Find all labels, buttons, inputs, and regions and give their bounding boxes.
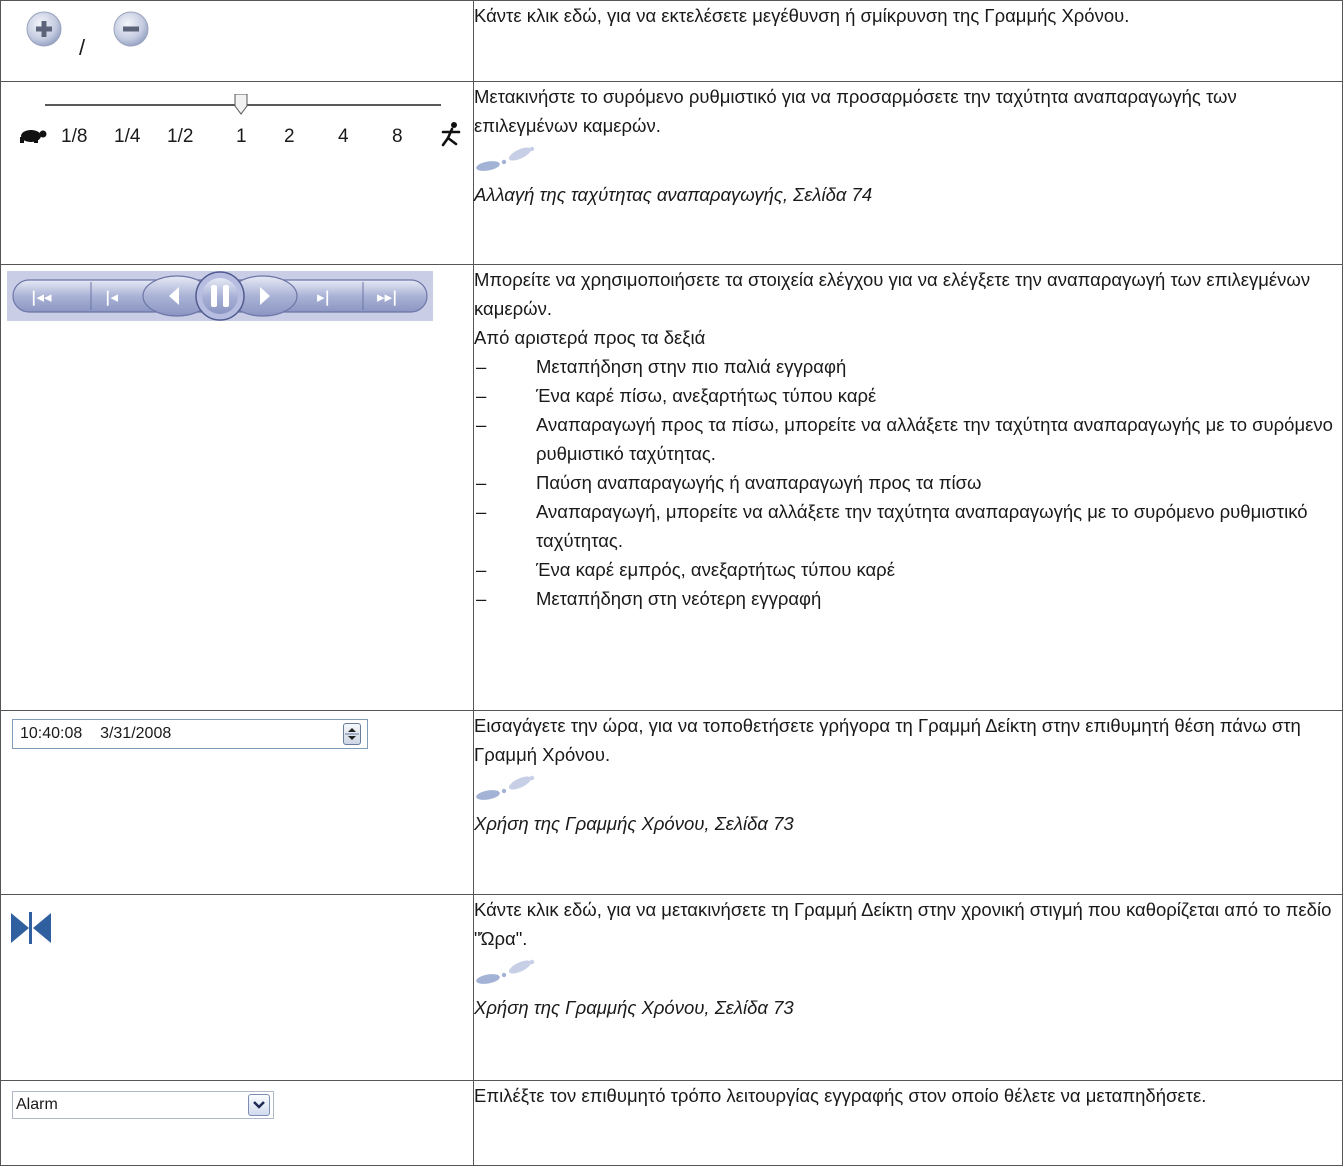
skip-to-newest-button[interactable]: ▸▸| xyxy=(377,288,398,307)
select-value: Alarm xyxy=(16,1096,58,1113)
jump-to-time-icon xyxy=(11,912,51,944)
table-row: Alarm Επιλέξτε τον επιθυμητό τρόπο λειτο… xyxy=(0,1080,1343,1166)
list-item: – Αναπαραγωγή, μπορείτε να αλλάξετε την τ… xyxy=(476,501,1308,551)
table-row: 1/8 1/4 1/2 1 2 4 8 Μετακινήστε το συρόμ… xyxy=(0,81,1343,265)
list-item: – Αναπαραγωγή προς τα πίσω, μπορείτε να α… xyxy=(476,414,1333,464)
speed-label: 4 xyxy=(338,126,349,147)
svg-text:|◂: |◂ xyxy=(105,288,118,307)
pause-button[interactable] xyxy=(195,271,245,321)
skip-to-oldest-button[interactable]: |◂◂ xyxy=(31,288,52,307)
footsteps-link-icon xyxy=(476,775,535,800)
speed-label: 1/8 xyxy=(61,126,88,147)
mode-description: Επιλέξτε τον επιθυμητό τρόπο λειτουργίας… xyxy=(473,1080,1343,1166)
zoom-widget xyxy=(26,11,149,47)
dropdown-button[interactable] xyxy=(248,1094,270,1116)
step-back-button[interactable]: |◂ xyxy=(105,288,118,307)
jump-description: Κάντε κλικ εδώ, για να μετακινήσετε τη Γ… xyxy=(473,894,1343,1081)
list-item: – Παύση αναπαραγωγής ή αναπαραγωγή προς τ… xyxy=(476,472,982,493)
time-input[interactable]: 10:40:08 3/31/2008 xyxy=(12,719,368,749)
speed-description: Μετακινήστε το συρόμενο ρυθμιστικό για ν… xyxy=(473,81,1343,265)
description-text: Μπορείτε να χρησιμοποιήσετε τα στοιχεία … xyxy=(474,269,1311,319)
jump-to-time-button[interactable] xyxy=(9,911,53,950)
playback-controls: |◂◂ |◂ ▸| ▸▸| xyxy=(7,271,433,326)
spin-up-icon[interactable] xyxy=(348,728,356,732)
table-row: / Κάντε κλικ εδώ, για να εκτελέσετε μεγέ… xyxy=(0,0,1343,82)
time-value: 10:40:08 3/31/2008 xyxy=(20,725,172,742)
table-row: |◂◂ |◂ ▸| ▸▸| Μπορείτε να χρησιμοποιήσετ… xyxy=(0,264,1343,711)
time-description: Εισαγάγετε την ώρα, για να τοποθετήσετε … xyxy=(473,710,1343,895)
playback-cell: |◂◂ |◂ ▸| ▸▸| xyxy=(0,264,474,711)
zoom-buttons: / xyxy=(21,11,151,66)
time-spinner[interactable] xyxy=(343,723,361,745)
svg-text:▸|: ▸| xyxy=(317,288,330,307)
list-item: – Ένα καρέ εμπρός, ανεξαρτήτως τύπου καρέ xyxy=(476,559,895,580)
table-row: 10:40:08 3/31/2008 Εισαγάγετε την ώρα, γ… xyxy=(0,710,1343,895)
speed-label: 1/4 xyxy=(114,126,141,147)
time-cell: 10:40:08 3/31/2008 xyxy=(0,710,474,895)
reference-table: / Κάντε κλικ εδώ, για να εκτελέσετε μεγέ… xyxy=(0,0,1343,1166)
zoom-separator: / xyxy=(79,35,86,60)
zoom-cell: / xyxy=(0,0,474,82)
description-text: Μετακινήστε το συρόμενο ρυθμιστικό για ν… xyxy=(474,86,1237,136)
speed-slider[interactable]: 1/8 1/4 1/2 1 2 4 8 xyxy=(9,94,469,154)
table-row: Κάντε κλικ εδώ, για να μετακινήσετε τη Γ… xyxy=(0,894,1343,1081)
turtle-icon xyxy=(20,130,47,143)
runner-icon xyxy=(441,122,461,147)
page-reference-link[interactable]: Αλλαγή της ταχύτητας αναπαραγωγής, Σελίδ… xyxy=(474,180,1342,209)
zoom-description: Κάντε κλικ εδώ, για να εκτελέσετε μεγέθυ… xyxy=(473,0,1343,82)
speed-label-selected: 1 xyxy=(236,126,247,147)
jump-cell xyxy=(0,894,474,1081)
list-item: – Ένα καρέ πίσω, ανεξαρτήτως τύπου καρέ xyxy=(476,385,877,406)
page-reference-link[interactable]: Χρήση της Γραμμής Χρόνου, Σελίδα 73 xyxy=(474,809,1342,838)
svg-text:▸▸|: ▸▸| xyxy=(377,288,398,307)
slider-thumb[interactable] xyxy=(234,94,248,115)
step-forward-button[interactable]: ▸| xyxy=(317,288,330,307)
list-item: – Μεταπήδηση στη νεότερη εγγραφή xyxy=(476,588,822,609)
spin-down-icon[interactable] xyxy=(348,736,356,740)
zoom-out-icon[interactable] xyxy=(113,11,149,47)
description-text: Κάντε κλικ εδώ, για να μετακινήσετε τη Γ… xyxy=(474,899,1332,949)
zoom-in-icon[interactable] xyxy=(26,11,62,47)
footsteps-link-icon xyxy=(476,959,535,984)
chevron-down-icon xyxy=(253,1101,265,1109)
footsteps-link-icon xyxy=(476,146,535,171)
speed-label: 2 xyxy=(284,126,295,147)
description-text: Από αριστερά προς τα δεξιά xyxy=(474,327,706,348)
svg-text:|◂◂: |◂◂ xyxy=(31,288,52,307)
speed-label: 8 xyxy=(392,126,403,147)
recording-mode-select[interactable]: Alarm xyxy=(12,1091,274,1119)
speed-cell: 1/8 1/4 1/2 1 2 4 8 xyxy=(0,81,474,265)
description-text: Επιλέξτε τον επιθυμητό τρόπο λειτουργίας… xyxy=(474,1085,1207,1106)
speed-label: 1/2 xyxy=(167,126,194,147)
playback-description: Μπορείτε να χρησιμοποιήσετε τα στοιχεία … xyxy=(473,264,1343,711)
list-item: – Μεταπήδηση στην πιο παλιά εγγραφή xyxy=(476,356,847,377)
page-reference-link[interactable]: Χρήση της Γραμμής Χρόνου, Σελίδα 73 xyxy=(474,993,1342,1022)
description-text: Κάντε κλικ εδώ, για να εκτελέσετε μεγέθυ… xyxy=(474,5,1130,26)
description-text: Εισαγάγετε την ώρα, για να τοποθετήσετε … xyxy=(474,715,1301,765)
mode-cell: Alarm xyxy=(0,1080,474,1166)
